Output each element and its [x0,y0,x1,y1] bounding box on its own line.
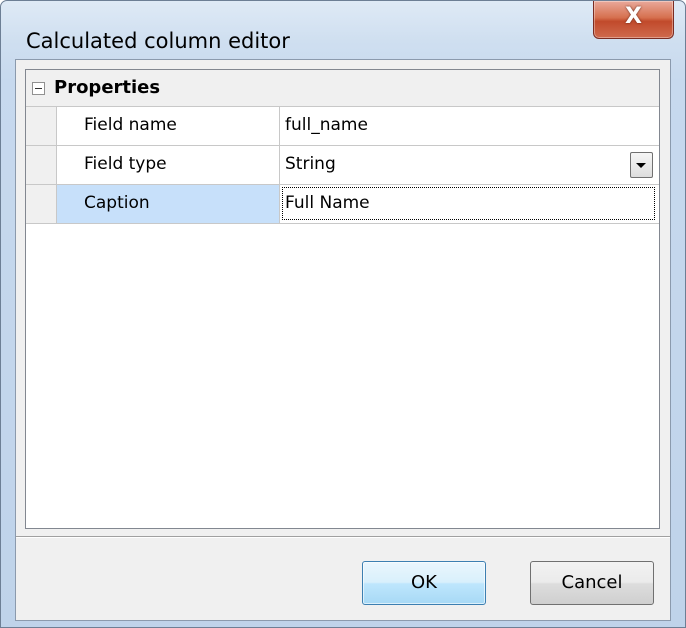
caption-edit-field[interactable]: Full Name [282,187,655,220]
property-value-cell[interactable]: String [280,146,659,184]
property-name: Field type [84,154,167,174]
property-name: Field name [84,115,177,135]
property-value-cell[interactable]: Full Name [280,185,659,223]
window-title: Calculated column editor [26,29,290,53]
row-gutter [26,146,57,184]
property-name-cell[interactable]: Caption [57,185,280,223]
property-name-cell[interactable]: Field name [57,107,280,145]
collapse-icon[interactable] [32,82,45,95]
property-value: full_name [285,115,368,135]
property-name-cell[interactable]: Field type [57,146,280,184]
property-value: Full Name [285,193,370,213]
dialog-client-area: Properties Field name full_name Field ty… [15,59,671,621]
property-grid: Properties Field name full_name Field ty… [25,69,660,529]
close-button[interactable]: X [593,1,674,39]
property-row-field-name[interactable]: Field name full_name [26,107,659,146]
cancel-button[interactable]: Cancel [530,561,654,605]
footer-separator [16,536,670,538]
ok-button[interactable]: OK [362,561,486,605]
dialog-window: Calculated column editor X Properties Fi… [0,0,686,628]
property-row-caption[interactable]: Caption Full Name [26,185,659,224]
property-value-cell[interactable]: full_name [280,107,659,145]
row-gutter [26,185,57,223]
close-icon: X [625,4,642,29]
property-row-field-type[interactable]: Field type String [26,146,659,185]
property-value: String [285,154,336,174]
row-gutter [26,107,57,145]
dropdown-arrow-icon[interactable] [630,152,653,178]
category-row-properties[interactable]: Properties [26,70,659,107]
category-label: Properties [54,77,161,98]
property-name: Caption [84,193,150,213]
